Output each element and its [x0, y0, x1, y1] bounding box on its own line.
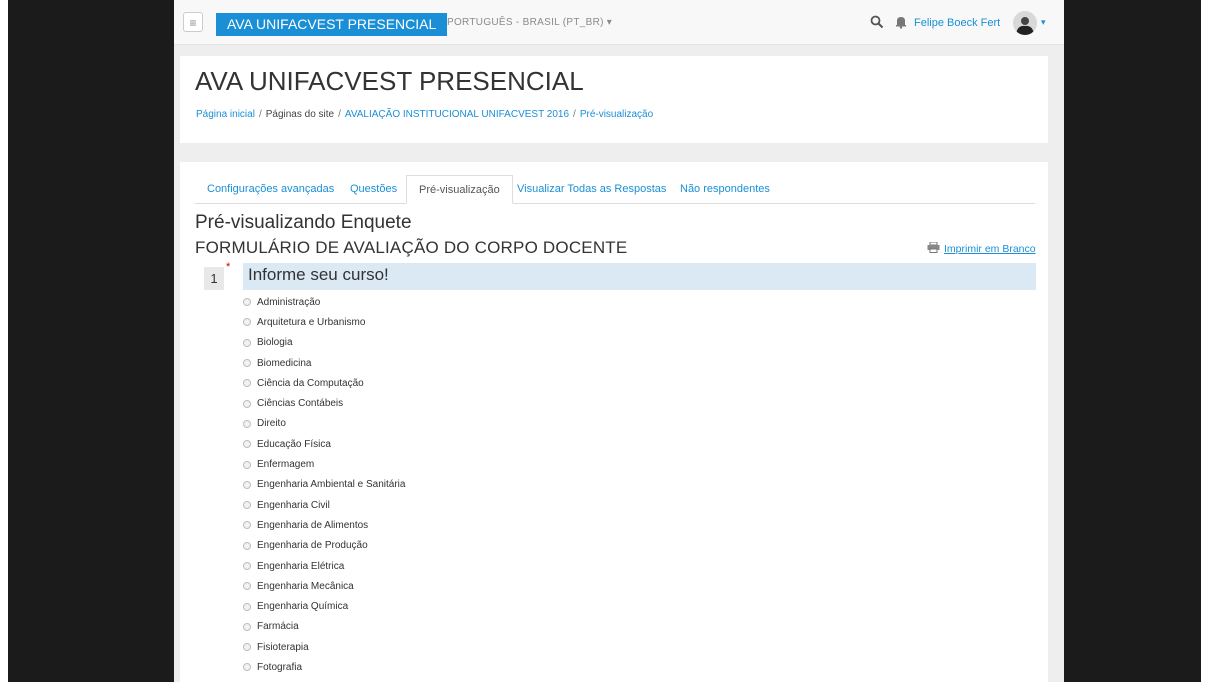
option-label[interactable]: Engenharia de Produção — [257, 540, 368, 551]
radio-button[interactable] — [243, 298, 251, 307]
tab-view-all-responses[interactable]: Visualizar Todas as Respostas — [517, 175, 666, 203]
radio-button[interactable] — [243, 399, 251, 408]
page-title: AVA UNIFACVEST PRESENCIAL — [195, 66, 584, 96]
option-label[interactable]: Enfermagem — [257, 459, 314, 470]
brand-link[interactable]: AVA UNIFACVEST PRESENCIAL — [216, 13, 448, 36]
radio-button[interactable] — [243, 501, 251, 510]
list-item[interactable]: Fisioterapia — [243, 637, 405, 657]
breadcrumb: Página inicial / Páginas do site / AVALIAÇÃO… — [196, 109, 653, 120]
option-label[interactable]: Engenharia Civil — [257, 500, 330, 511]
list-item[interactable]: Fotografia — [243, 657, 405, 677]
tab-questions[interactable]: Questões — [350, 175, 397, 203]
page-header: AVA UNIFACVEST PRESENCIAL Página inicial… — [180, 56, 1048, 143]
avatar[interactable] — [1013, 11, 1037, 35]
option-label[interactable]: Direito — [257, 418, 286, 429]
list-item[interactable]: Ciência da Computação — [243, 373, 405, 393]
list-item[interactable]: Educação Física — [243, 434, 405, 454]
radio-button[interactable] — [243, 419, 251, 428]
radio-button[interactable] — [243, 602, 251, 611]
tab-bar: Configurações avançadas Questões Pré-vis… — [195, 175, 1035, 204]
list-item[interactable]: Arquitetura e Urbanismo — [243, 312, 405, 332]
option-label[interactable]: Administração — [257, 297, 320, 308]
breadcrumb-separator: / — [338, 109, 341, 120]
breadcrumb-separator: / — [573, 109, 576, 120]
list-item[interactable]: Administração — [243, 292, 405, 312]
option-label[interactable]: Farmácia — [257, 621, 299, 632]
list-item[interactable]: Farmácia — [243, 617, 405, 637]
main-content: Configurações avançadas Questões Pré-vis… — [180, 162, 1048, 682]
list-item[interactable]: Engenharia Civil — [243, 495, 405, 515]
option-label[interactable]: Fisioterapia — [257, 642, 309, 653]
option-label[interactable]: Engenharia de Alimentos — [257, 520, 368, 531]
radio-button[interactable] — [243, 338, 251, 347]
radio-button[interactable] — [243, 582, 251, 591]
printer-icon — [927, 242, 940, 253]
option-label[interactable]: Engenharia Elétrica — [257, 561, 344, 572]
list-item[interactable]: Engenharia de Alimentos — [243, 515, 405, 535]
user-menu-caret-icon[interactable]: ▾ — [1041, 17, 1046, 28]
breadcrumb-separator: / — [258, 109, 262, 120]
radio-button[interactable] — [243, 318, 251, 327]
radio-button[interactable] — [243, 460, 251, 469]
search-icon[interactable] — [870, 15, 884, 29]
form-title: FORMULÁRIO DE AVALIAÇÃO DO CORPO DOCENTE — [195, 238, 628, 257]
preview-heading: Pré-visualizando Enquete — [195, 212, 412, 233]
breadcrumb-preview[interactable]: Pré-visualização — [580, 109, 653, 120]
option-label[interactable]: Engenharia Mecânica — [257, 581, 354, 592]
breadcrumb-site-pages: Páginas do site — [265, 109, 335, 120]
breadcrumb-survey[interactable]: AVALIAÇÃO INSTITUCIONAL UNIFACVEST 2016 — [345, 109, 569, 120]
radio-button[interactable] — [243, 480, 251, 489]
print-blank-link[interactable]: Imprimir em Branco — [927, 242, 1036, 255]
radio-button[interactable] — [243, 562, 251, 570]
hamburger-icon[interactable]: ≡ — [183, 12, 203, 32]
option-label[interactable]: Ciência da Computação — [257, 378, 364, 389]
list-item[interactable]: Enfermagem — [243, 454, 405, 474]
option-label[interactable]: Engenharia Ambiental e Sanitária — [257, 479, 405, 490]
option-label[interactable]: Biomedicina — [257, 358, 311, 369]
list-item[interactable]: Biologia — [243, 333, 405, 353]
top-navbar: ≡ AVA UNIFACVEST PRESENCIAL PORTUGUÊS - … — [174, 0, 1064, 45]
option-label[interactable]: Educação Física — [257, 439, 331, 450]
list-item[interactable]: Engenharia Química — [243, 596, 405, 616]
list-item[interactable]: Direito — [243, 414, 405, 434]
option-label[interactable]: Arquitetura e Urbanismo — [257, 317, 365, 328]
radio-button[interactable] — [243, 541, 251, 550]
question-number: 1 — [204, 267, 224, 290]
tab-non-respondents[interactable]: Não respondentes — [680, 175, 770, 203]
option-label[interactable]: Ciências Contábeis — [257, 398, 343, 409]
radio-button[interactable] — [243, 379, 251, 388]
required-marker: * — [226, 261, 231, 273]
user-name[interactable]: Felipe Boeck Fert — [914, 17, 1000, 29]
browser-frame: ≡ AVA UNIFACVEST PRESENCIAL PORTUGUÊS - … — [8, 0, 1201, 682]
list-item[interactable]: Engenharia Ambiental e Sanitária — [243, 475, 405, 495]
tab-preview[interactable]: Pré-visualização — [406, 175, 513, 204]
notification-bell-icon[interactable] — [894, 15, 908, 29]
question-header: Informe seu curso! — [243, 263, 1036, 290]
radio-button[interactable] — [243, 643, 251, 652]
print-blank-label[interactable]: Imprimir em Branco — [944, 243, 1036, 255]
list-item[interactable]: Engenharia de Produção — [243, 536, 405, 556]
option-label[interactable]: Biologia — [257, 337, 293, 348]
moodle-page: ≡ AVA UNIFACVEST PRESENCIAL PORTUGUÊS - … — [174, 0, 1064, 682]
option-label[interactable]: Engenharia Química — [257, 601, 348, 612]
tab-advanced-settings[interactable]: Configurações avançadas — [207, 175, 334, 203]
radio-button[interactable] — [243, 622, 251, 631]
radio-button[interactable] — [243, 521, 251, 530]
radio-button[interactable] — [243, 359, 251, 368]
breadcrumb-home[interactable]: Página inicial — [196, 109, 255, 120]
course-options: Administração Arquitetura e Urbanismo Bi… — [243, 292, 405, 682]
list-item[interactable]: Engenharia Elétrica — [243, 556, 405, 576]
list-item[interactable]: Biomedicina — [243, 353, 405, 373]
list-item[interactable] — [243, 678, 405, 682]
radio-button[interactable] — [243, 440, 251, 449]
language-menu[interactable]: PORTUGUÊS - BRASIL (PT_BR) ▾ — [447, 17, 612, 28]
radio-button[interactable] — [243, 663, 251, 672]
list-item[interactable]: Ciências Contábeis — [243, 393, 405, 413]
question-text: Informe seu curso! — [248, 265, 389, 284]
list-item[interactable]: Engenharia Mecânica — [243, 576, 405, 596]
option-label[interactable]: Fotografia — [257, 662, 302, 673]
